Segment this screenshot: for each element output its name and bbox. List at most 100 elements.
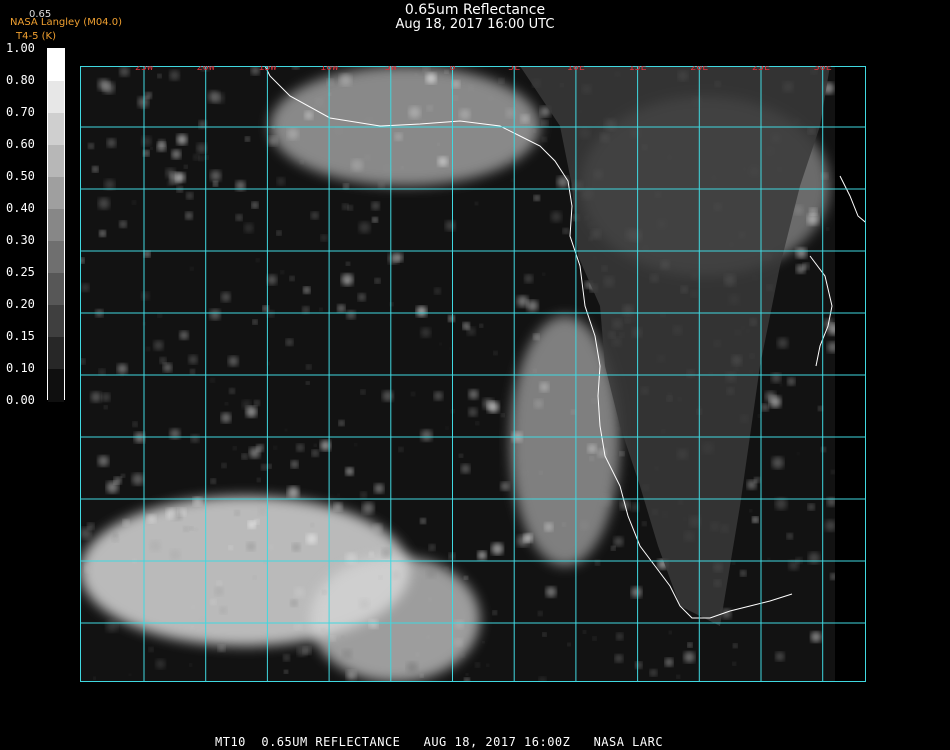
cloud-cell xyxy=(188,355,198,364)
cloud-cell xyxy=(788,560,799,571)
cloud-cell xyxy=(649,669,657,677)
cloud-cell xyxy=(122,519,130,527)
cloud-cell xyxy=(551,211,562,222)
cloud-cell xyxy=(749,509,752,512)
cloud-cell xyxy=(378,575,383,580)
cloud-cell xyxy=(557,176,569,188)
cloud-cell xyxy=(93,677,96,680)
colorbar-segment xyxy=(48,81,64,114)
cloud-bank xyxy=(510,316,620,566)
cloud-cell xyxy=(345,552,357,564)
cloud-cell xyxy=(534,399,544,409)
cloud-cell xyxy=(311,211,319,220)
cloud-cell xyxy=(592,636,597,641)
colorbar-tick-label: 0.20 xyxy=(6,297,35,311)
cloud-cell xyxy=(487,401,499,413)
cloud-cell xyxy=(319,308,323,312)
cloud-cell xyxy=(178,508,186,516)
cloud-cell xyxy=(189,663,193,667)
cloud-cell xyxy=(374,483,384,494)
cloud-cell xyxy=(84,564,94,573)
colorbar-tick-label: 0.60 xyxy=(6,137,35,151)
cloud-cell xyxy=(221,463,227,468)
cloud-cell xyxy=(591,398,597,404)
cloud-cell xyxy=(449,347,452,350)
colorbar-tick-label: 0.15 xyxy=(6,329,35,343)
cloud-cell xyxy=(378,182,385,189)
cloud-cell xyxy=(351,159,363,172)
cloud-cell xyxy=(520,114,530,123)
cloud-cell xyxy=(291,543,301,552)
cloud-cell xyxy=(236,214,243,221)
cloud-cell xyxy=(245,136,250,142)
cloud-cell xyxy=(420,429,433,442)
cloud-cell xyxy=(771,456,784,469)
cloud-cell xyxy=(267,136,278,146)
longitude-label: 15W xyxy=(258,66,277,73)
cloud-cell xyxy=(401,166,404,170)
cloud-cell xyxy=(462,322,470,330)
cloud-cell xyxy=(475,421,480,426)
cloud-cell xyxy=(346,310,356,319)
cloud-cell xyxy=(283,654,290,661)
cloud-cell xyxy=(797,452,800,455)
cloud-cell xyxy=(616,633,624,640)
cloud-cell xyxy=(477,551,487,560)
cloud-cell xyxy=(448,315,455,322)
cloud-cell xyxy=(491,543,504,555)
cloud-cell xyxy=(589,456,594,461)
cloud-cell xyxy=(498,78,505,84)
cloud-cell xyxy=(149,540,161,552)
cloud-cell xyxy=(342,203,349,210)
cloud-cell xyxy=(511,178,514,182)
cloud-cell xyxy=(245,406,257,418)
cloud-cell xyxy=(166,508,178,520)
colorbar-tick-label: 0.40 xyxy=(6,201,35,215)
satellite-image-viewer: 0.65um Reflectance Aug 18, 2017 16:00 UT… xyxy=(0,0,950,750)
cloud-cell xyxy=(635,661,642,669)
cloud-cell xyxy=(244,223,254,233)
cloud-cell xyxy=(284,429,287,431)
cloud-cell xyxy=(193,154,200,160)
cloud-cell xyxy=(276,230,282,236)
cloud-cell xyxy=(779,383,783,387)
cloud-cell xyxy=(415,652,420,657)
cloud-cell xyxy=(92,166,99,173)
cloud-cell xyxy=(104,179,115,190)
cloud-cell xyxy=(337,304,346,313)
cloud-cell xyxy=(541,120,549,127)
cloud-cell xyxy=(311,449,319,457)
cloud-cell xyxy=(312,105,316,108)
cloud-cell xyxy=(459,109,471,120)
cloud-cell xyxy=(464,575,468,580)
cloud-cell xyxy=(284,669,288,674)
cloud-cell xyxy=(158,139,166,147)
cloud-cell xyxy=(416,306,427,317)
cloud-cell xyxy=(808,552,820,564)
cloud-cell xyxy=(599,494,611,506)
cloud-cell xyxy=(132,473,144,486)
cloud-cell xyxy=(411,392,416,396)
colorbar-tick-label: 0.10 xyxy=(6,361,35,375)
cloud-cell xyxy=(524,274,533,283)
cloud-cell xyxy=(523,533,533,543)
cloud-cell xyxy=(818,406,823,411)
longitude-label: 20E xyxy=(690,66,708,73)
cloud-cell xyxy=(210,599,217,605)
colorbar-segment xyxy=(48,113,64,146)
cloud-cell xyxy=(190,625,194,629)
cloud-cell xyxy=(214,586,224,596)
cloud-cell xyxy=(452,80,460,88)
cloud-cell xyxy=(101,393,111,402)
cloud-cell xyxy=(210,378,215,383)
cloud-cell xyxy=(583,630,587,634)
cloud-cell xyxy=(297,646,307,657)
cloud-cell xyxy=(171,149,181,159)
cloud-cell xyxy=(128,673,131,676)
cloud-cell xyxy=(145,92,152,99)
cloud-cell xyxy=(306,364,312,370)
colorbar-segment xyxy=(48,209,64,242)
cloud-cell xyxy=(454,619,464,629)
cloud-cell xyxy=(517,295,529,307)
cloud-cell xyxy=(732,662,736,666)
